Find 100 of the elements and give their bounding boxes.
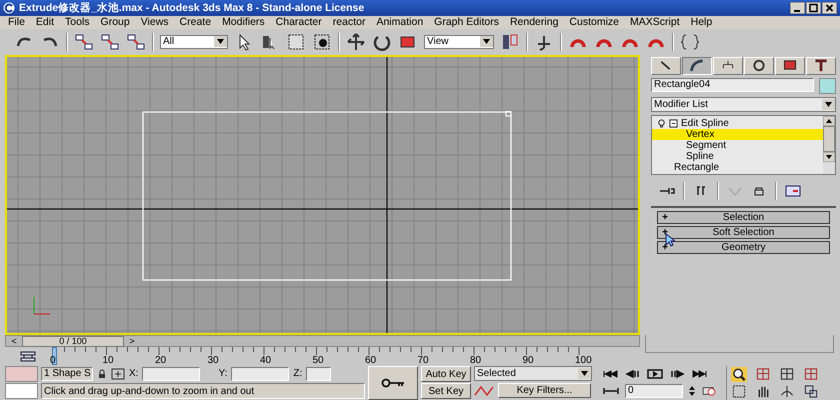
zoom-icon[interactable] [731, 367, 747, 382]
menu-item[interactable]: File [8, 16, 25, 28]
play-icon[interactable] [647, 368, 663, 378]
curve-editor-icon[interactable] [20, 350, 36, 362]
timeline-label: 70 [418, 355, 429, 366]
timeline-label: 60 [365, 355, 376, 366]
key-mode-toggle-icon[interactable] [603, 386, 619, 396]
rollout-button[interactable]: + Soft Selection [657, 226, 830, 239]
dropdown-arrow-icon[interactable] [578, 368, 591, 379]
sub-object-item[interactable]: Segment [652, 140, 823, 151]
color-swatch[interactable] [5, 383, 38, 399]
menu-item[interactable]: Edit [36, 16, 54, 28]
tangent-curve-icon[interactable] [474, 384, 494, 396]
next-frame-icon[interactable] [669, 368, 685, 378]
maximize-icon[interactable] [803, 384, 819, 399]
modifier-stack-item[interactable]: Rectangle [652, 162, 823, 174]
timeline-label: 30 [208, 355, 219, 366]
menu-item[interactable]: Modifiers [222, 16, 265, 28]
spinner-icon[interactable] [689, 384, 695, 396]
create-icon[interactable] [651, 56, 681, 75]
move-icon[interactable] [346, 32, 366, 52]
color-swatch[interactable] [5, 366, 38, 382]
collapse-icon[interactable] [669, 118, 678, 128]
y-coordinate-field[interactable] [231, 366, 290, 380]
region-zoom-icon[interactable] [731, 384, 747, 399]
key-mode-button[interactable] [368, 366, 418, 400]
current-frame-field[interactable]: 0 [625, 384, 683, 398]
configure-icon[interactable] [785, 184, 801, 197]
menu-item[interactable]: Character [276, 16, 322, 28]
menu-item[interactable]: Graph Editors [434, 16, 499, 28]
key-mode-dropdown[interactable]: Selected [474, 366, 592, 381]
timeline-label: 80 [470, 355, 482, 366]
selection-count-field: 1 Shape S [41, 366, 93, 380]
dropdown-arrow-icon[interactable] [822, 98, 835, 110]
menu-item[interactable]: Create [180, 16, 212, 28]
absolute-mode-icon[interactable] [111, 368, 125, 380]
timeline-label: 20 [155, 355, 166, 366]
utilities-icon[interactable] [806, 56, 836, 75]
key-filters-button[interactable]: Key Filters... [498, 383, 591, 398]
z-label: Z: [293, 368, 302, 379]
menu-item[interactable]: reactor [332, 16, 366, 28]
menu-item[interactable]: Rendering [510, 16, 558, 28]
motion-icon[interactable] [744, 56, 774, 75]
previous-frame-icon[interactable] [625, 368, 641, 378]
go-to-start-icon[interactable] [603, 368, 619, 378]
x-coordinate-field[interactable] [142, 366, 200, 380]
minimize-button[interactable] [790, 2, 805, 14]
object-color-swatch[interactable] [819, 78, 836, 94]
selection-filter-dropdown[interactable]: All [160, 34, 228, 49]
scroll-up-icon[interactable] [823, 116, 835, 126]
dropdown-arrow-icon[interactable] [480, 36, 493, 48]
z-coordinate-field[interactable] [306, 366, 332, 380]
axis-tripod-icon [31, 294, 51, 317]
menu-item[interactable]: Help [690, 16, 712, 28]
close-button[interactable] [822, 2, 837, 14]
rollout-button[interactable]: + Geometry [657, 240, 830, 254]
time-marker[interactable] [52, 347, 57, 365]
menu-item[interactable]: Tools [65, 16, 90, 28]
timeline-label: 90 [522, 355, 534, 366]
window-title: Extrude修改器_水池.max - Autodesk 3ds Max 8 - Stand-alone License [19, 0, 366, 15]
menu-item[interactable]: Animation [376, 16, 424, 28]
modifier-stack-item[interactable]: Edit Spline [652, 118, 823, 129]
zoom-all-icon[interactable] [755, 367, 771, 382]
zoom-extents-icon[interactable] [779, 367, 795, 382]
rollout-button[interactable]: + Selection [657, 210, 830, 224]
x-label: X: [129, 368, 138, 379]
modifier-list-dropdown[interactable]: Modifier List [651, 96, 836, 112]
menu-item[interactable]: Views [140, 16, 169, 28]
menu-item[interactable]: Customize [569, 16, 620, 28]
timeline-scrollbar[interactable]: < 0 / 100 > [5, 335, 640, 347]
hierarchy-icon[interactable] [713, 56, 743, 75]
object-name-field[interactable]: Rectangle04 [651, 78, 814, 92]
lock-icon[interactable] [97, 368, 107, 378]
unlink-icon[interactable] [100, 32, 120, 52]
dropdown-arrow-icon[interactable] [214, 36, 227, 48]
window-crossing-icon[interactable] [312, 32, 332, 52]
app-logo-icon [3, 2, 15, 14]
go-to-end-icon[interactable] [691, 368, 707, 378]
zoom-extents-all-icon[interactable] [803, 367, 819, 382]
menu-item[interactable]: MAXScript [630, 16, 680, 28]
timeline-label: 100 [575, 355, 592, 366]
named-selection-icon[interactable] [680, 32, 700, 52]
pivot-icon[interactable] [500, 32, 520, 52]
scroll-down-icon[interactable] [823, 152, 835, 162]
time-configuration-icon[interactable] [701, 386, 717, 396]
sub-object-item[interactable]: Spline [652, 150, 823, 162]
bind-icon[interactable] [126, 32, 146, 52]
set-key-button[interactable]: Set Key [421, 383, 471, 399]
link-icon[interactable] [74, 32, 94, 52]
timeline-label: 50 [312, 355, 324, 366]
menu-item[interactable]: Group [100, 16, 130, 28]
modify-icon[interactable] [682, 56, 712, 75]
reference-coordinate-dropdown[interactable]: View [424, 34, 494, 49]
sub-object-item[interactable]: Vertex [652, 128, 823, 140]
light-bulb-icon[interactable] [657, 118, 666, 128]
y-label: Y: [218, 368, 228, 379]
maximize-button[interactable] [806, 2, 821, 14]
auto-key-button[interactable]: Auto Key [421, 366, 471, 382]
rect-region-icon[interactable] [286, 32, 306, 52]
display-icon[interactable] [775, 56, 805, 75]
